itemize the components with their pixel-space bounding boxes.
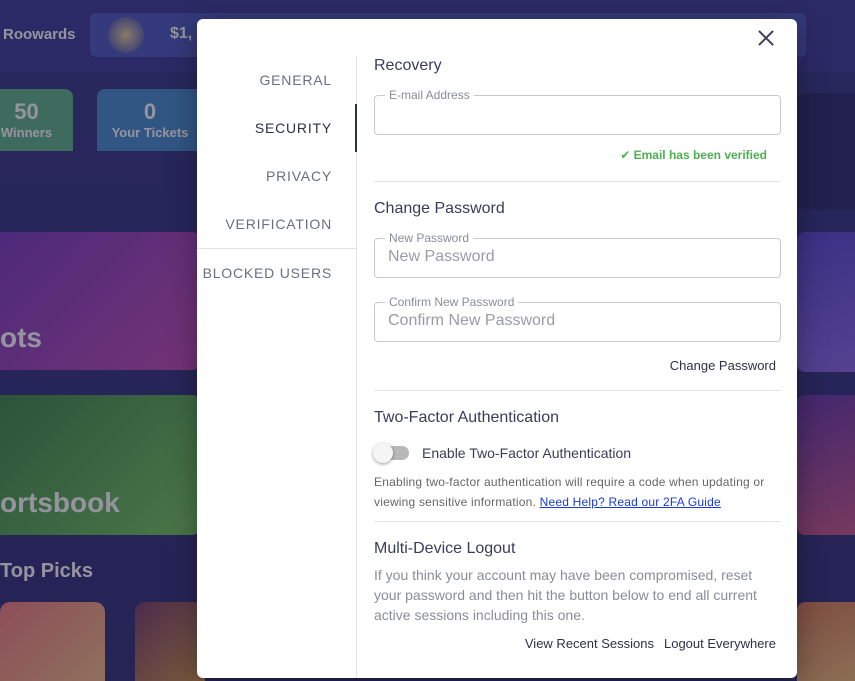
- divider: [374, 521, 781, 522]
- confirm-password-label: Confirm New Password: [385, 296, 519, 309]
- new-password-field[interactable]: New Password: [374, 232, 781, 278]
- email-input[interactable]: [388, 105, 768, 123]
- two-factor-toggle[interactable]: [373, 443, 409, 463]
- nav-privacy[interactable]: PRIVACY: [197, 152, 356, 200]
- email-verified-text: Email has been verified: [633, 148, 767, 162]
- two-factor-help-link[interactable]: Need Help? Read our 2FA Guide: [540, 495, 721, 509]
- close-icon[interactable]: [755, 27, 777, 49]
- divider: [374, 390, 781, 391]
- nav-blocked-users[interactable]: BLOCKED USERS: [197, 249, 356, 297]
- two-factor-title: Two-Factor Authentication: [374, 409, 559, 426]
- logout-everywhere-button[interactable]: Logout Everywhere: [664, 636, 776, 651]
- check-icon: ✔: [620, 148, 631, 162]
- view-recent-sessions-button[interactable]: View Recent Sessions: [525, 636, 654, 651]
- recovery-title: Recovery: [374, 57, 442, 74]
- toggle-knob: [373, 443, 393, 463]
- confirm-password-input[interactable]: [388, 312, 768, 330]
- email-field-label: E-mail Address: [385, 89, 474, 102]
- nav-general[interactable]: GENERAL: [197, 56, 356, 104]
- change-password-title: Change Password: [374, 200, 505, 217]
- divider: [374, 181, 781, 182]
- nav-verification[interactable]: VERIFICATION: [197, 200, 356, 248]
- two-factor-description: Enabling two-factor authentication will …: [374, 472, 781, 512]
- change-password-button[interactable]: Change Password: [670, 358, 776, 373]
- email-field[interactable]: E-mail Address: [374, 89, 781, 135]
- two-factor-toggle-row: Enable Two-Factor Authentication: [373, 443, 781, 463]
- logout-actions: View Recent Sessions Logout Everywhere: [374, 636, 781, 651]
- logout-title: Multi-Device Logout: [374, 540, 516, 557]
- two-factor-toggle-label: Enable Two-Factor Authentication: [422, 445, 632, 461]
- new-password-input[interactable]: [388, 248, 768, 266]
- email-verified-status: ✔ Email has been verified: [374, 148, 781, 162]
- settings-nav: GENERAL SECURITY PRIVACY VERIFICATION BL…: [197, 56, 357, 678]
- logout-description: If you think your account may have been …: [374, 567, 757, 623]
- settings-modal: GENERAL SECURITY PRIVACY VERIFICATION BL…: [197, 19, 797, 678]
- nav-security[interactable]: SECURITY: [197, 104, 357, 152]
- security-content: Recovery E-mail Address ✔ Email has been…: [373, 57, 781, 651]
- new-password-label: New Password: [385, 232, 474, 245]
- confirm-password-field[interactable]: Confirm New Password: [374, 296, 781, 342]
